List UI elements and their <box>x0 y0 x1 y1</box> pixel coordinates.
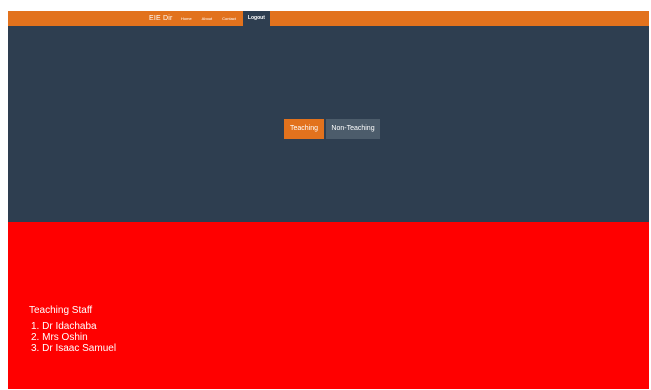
list-item: 3. Dr Isaac Samuel <box>31 343 117 354</box>
list-item: 1. Dr Idachaba <box>31 321 97 332</box>
hero-section: Teaching Non-Teaching <box>8 26 649 222</box>
staff-list: 1. Dr Idachaba 2. Mrs Oshin 3. Dr Isaac … <box>31 321 116 354</box>
list-item: 2. Mrs Oshin <box>31 332 88 343</box>
staff-type-toggle: Teaching Non-Teaching <box>284 119 380 139</box>
nav-logout-link[interactable]: Logout <box>242 11 270 26</box>
top-navbar: EIE Dir Home About Contact Logout <box>8 11 649 26</box>
nav-contact-link[interactable]: Contact <box>217 11 241 26</box>
non-teaching-button[interactable]: Non-Teaching <box>326 119 380 139</box>
teaching-button[interactable]: Teaching <box>284 119 324 139</box>
nav-about-link[interactable]: About <box>197 11 217 26</box>
staff-section: Teaching Staff 1. Dr Idachaba 2. Mrs Osh… <box>8 222 649 389</box>
brand-logo[interactable]: EIE Dir <box>149 11 176 26</box>
nav-home-link[interactable]: Home <box>176 11 197 26</box>
staff-title: Teaching Staff <box>29 305 93 316</box>
